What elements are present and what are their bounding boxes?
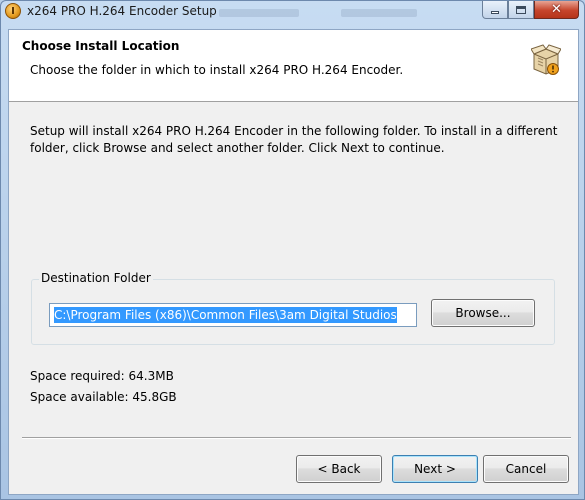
space-required-text: Space required: 64.3MB xyxy=(30,369,174,383)
close-button[interactable]: ✕ xyxy=(534,1,579,19)
intro-text: Setup will install x264 PRO H.264 Encode… xyxy=(30,124,558,155)
minimize-button[interactable] xyxy=(482,1,508,19)
page-title: Choose Install Location xyxy=(22,39,180,53)
destination-folder-group: Destination Folder C:\Program Files (x86… xyxy=(31,271,555,345)
page-header: Choose Install Location Choose the folde… xyxy=(9,30,578,102)
installer-box-icon xyxy=(531,44,561,75)
background-window-title xyxy=(219,9,299,17)
back-button[interactable]: < Back xyxy=(296,455,382,483)
setup-app-icon[interactable] xyxy=(5,3,21,19)
page-subtitle: Choose the folder in which to install x2… xyxy=(30,63,404,77)
cancel-button[interactable]: Cancel xyxy=(483,455,569,483)
browse-button[interactable]: Browse... xyxy=(431,299,535,327)
dialog-client-area: Choose Install Location Choose the folde… xyxy=(8,29,579,495)
close-icon: ✕ xyxy=(551,2,562,17)
footer-separator xyxy=(22,437,571,439)
maximize-icon xyxy=(516,5,526,14)
space-available-text: Space available: 45.8GB xyxy=(30,390,177,404)
background-window-title xyxy=(341,9,417,17)
window-title: x264 PRO H.264 Encoder Setup xyxy=(27,4,217,18)
destination-path-text: C:\Program Files (x86)\Common Files\3am … xyxy=(54,307,397,323)
next-button[interactable]: Next > xyxy=(392,455,478,483)
destination-path-input[interactable]: C:\Program Files (x86)\Common Files\3am … xyxy=(49,303,417,327)
minimize-icon xyxy=(491,11,499,14)
title-bar[interactable]: x264 PRO H.264 Encoder Setup ✕ xyxy=(1,1,584,23)
setup-window: x264 PRO H.264 Encoder Setup ✕ Choose In… xyxy=(0,0,585,500)
maximize-button[interactable] xyxy=(508,1,534,19)
destination-folder-label: Destination Folder xyxy=(39,271,153,285)
